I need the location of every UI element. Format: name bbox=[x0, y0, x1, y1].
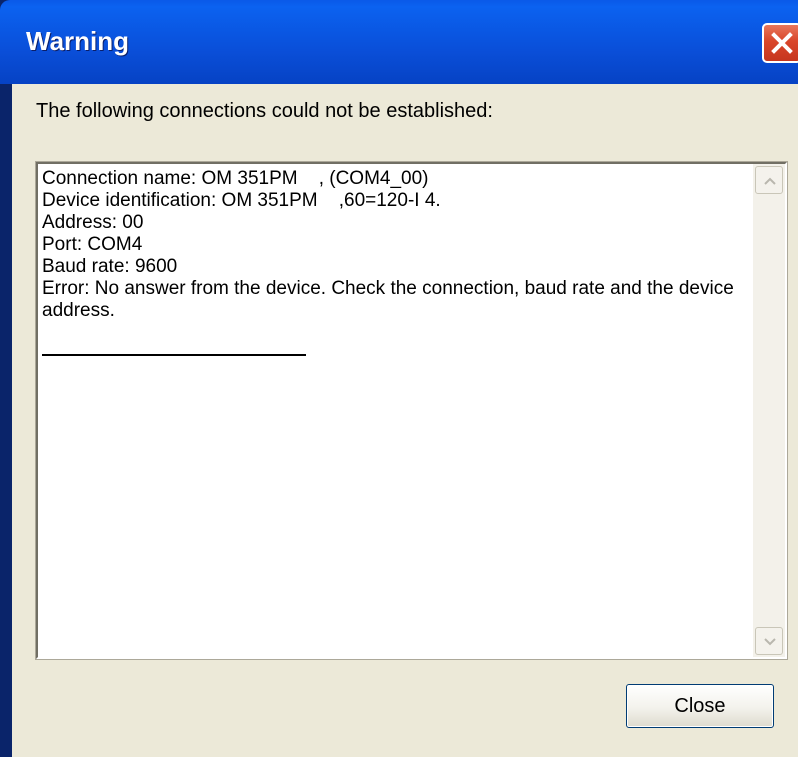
close-button[interactable]: Close bbox=[626, 684, 774, 728]
title-close-button[interactable] bbox=[762, 23, 798, 63]
detail-line: Device identification: OM 351PM ,60=120-… bbox=[42, 190, 441, 211]
detail-line-error: Error: No answer from the device. Check … bbox=[42, 278, 740, 321]
vertical-scrollbar[interactable] bbox=[753, 164, 785, 657]
warning-dialog: Warning The following connections could … bbox=[0, 0, 798, 757]
detail-line: Address: 00 bbox=[42, 212, 144, 233]
window-title: Warning bbox=[26, 26, 130, 56]
scroll-up-button[interactable] bbox=[755, 166, 783, 194]
detail-line: Port: COM4 bbox=[42, 234, 143, 255]
dialog-body: The following connections could not be e… bbox=[12, 84, 798, 757]
details-textbox[interactable]: Connection name: OM 351PM , (COM4_00) De… bbox=[35, 161, 788, 660]
detail-line: Connection name: OM 351PM , (COM4_00) bbox=[42, 168, 429, 189]
separator-line bbox=[42, 354, 306, 356]
message-text: The following connections could not be e… bbox=[36, 100, 493, 122]
detail-line: Baud rate: 9600 bbox=[42, 256, 178, 277]
details-content: Connection name: OM 351PM , (COM4_00) De… bbox=[42, 168, 752, 356]
title-bar[interactable]: Warning bbox=[0, 0, 798, 84]
scroll-down-button[interactable] bbox=[755, 627, 783, 655]
